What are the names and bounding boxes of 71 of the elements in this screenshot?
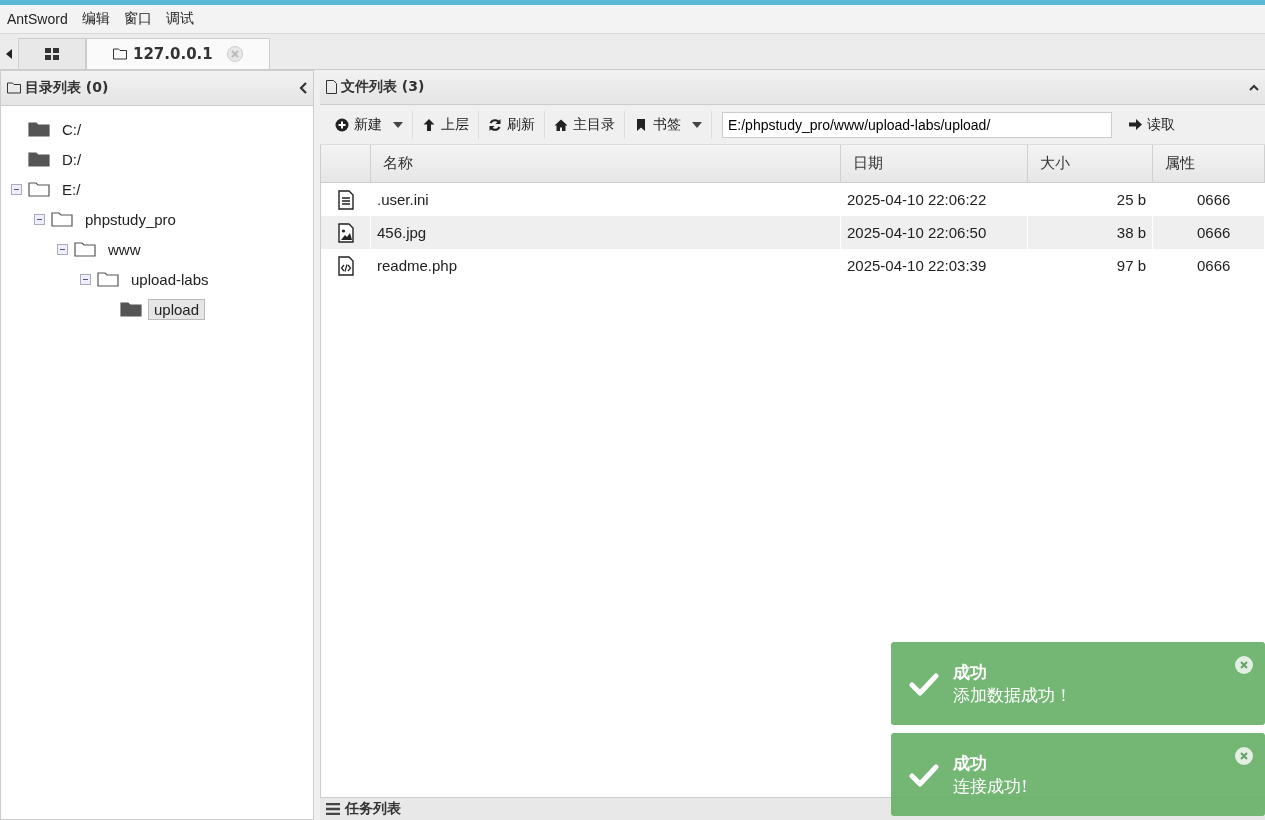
- file-icon: [326, 80, 337, 94]
- column-header[interactable]: 日期: [841, 145, 1028, 183]
- folder-icon: [28, 121, 50, 137]
- plus-circle-icon: [335, 117, 349, 132]
- folder-icon: [28, 151, 50, 167]
- bookmark-icon: [634, 117, 648, 132]
- text-file-icon: [336, 189, 355, 210]
- menu-item[interactable]: 编辑: [74, 10, 117, 28]
- collapse-left-icon[interactable]: [299, 82, 307, 94]
- table-cell: 0666: [1153, 216, 1265, 249]
- folder-icon: [74, 241, 96, 257]
- caret-icon: [393, 121, 403, 128]
- arrow-up-icon: [422, 117, 436, 132]
- folder-icon: [7, 82, 21, 94]
- panel-title: 任务列表: [345, 800, 402, 818]
- collapse-up-icon[interactable]: [1249, 83, 1259, 91]
- arrow-right-icon: [1129, 118, 1142, 131]
- folder-label[interactable]: phpstudy_pro: [79, 208, 182, 230]
- grid-icon: [45, 48, 59, 60]
- close-icon: [1240, 752, 1248, 760]
- folder-icon: [28, 181, 50, 197]
- collapse-icon[interactable]: [57, 243, 68, 255]
- column-header[interactable]: 名称: [371, 145, 841, 183]
- column-header[interactable]: 大小: [1028, 145, 1153, 183]
- close-button[interactable]: [1235, 747, 1253, 765]
- home-tab[interactable]: [18, 38, 86, 69]
- host-tab[interactable]: 127.0.0.1: [86, 38, 270, 69]
- code-file-icon: [336, 255, 355, 276]
- toast-message: 连接成功!: [953, 774, 1028, 798]
- read-button[interactable]: 读取: [1120, 110, 1184, 139]
- table-cell: 2025-04-10 22:06:50: [841, 216, 1028, 249]
- list-icon: [326, 803, 340, 815]
- folder-icon: [51, 211, 73, 227]
- path-field[interactable]: E:/phpstudy_pro/www/upload-labs/upload/: [722, 111, 1112, 138]
- menu-item[interactable]: AntSword: [0, 11, 75, 27]
- toast-title: 成功: [953, 660, 988, 684]
- folder-icon: [120, 301, 142, 317]
- toast-title: 成功: [953, 751, 988, 775]
- collapse-icon[interactable]: [80, 273, 91, 285]
- table-cell: 38 b: [1028, 216, 1153, 249]
- toolbar-button[interactable]: 书签: [625, 110, 712, 139]
- collapse-icon[interactable]: [11, 183, 22, 195]
- table-cell[interactable]: 456.jpg: [371, 216, 841, 249]
- panel-title: 文件列表 (3): [341, 78, 426, 96]
- toolbar-button[interactable]: 上层: [413, 110, 479, 139]
- refresh-icon: [488, 117, 502, 132]
- folder-label[interactable]: D:/: [56, 148, 88, 170]
- folder-label[interactable]: www: [102, 238, 147, 260]
- menu-item[interactable]: 窗口: [116, 10, 159, 28]
- folder-label[interactable]: upload-labs: [125, 268, 215, 290]
- column-header[interactable]: 属性: [1153, 145, 1265, 183]
- toolbar-button[interactable]: 新建: [326, 110, 413, 139]
- folder-label[interactable]: upload: [148, 298, 206, 320]
- checkmark-icon: [909, 762, 939, 787]
- close-icon: [1240, 661, 1248, 669]
- panel-title: 目录列表 (0): [25, 79, 110, 97]
- checkmark-icon: [909, 671, 939, 696]
- folder-icon: [113, 48, 127, 60]
- toolbar-button[interactable]: 刷新: [479, 110, 545, 139]
- scroll-left-icon[interactable]: [6, 49, 12, 59]
- caret-icon: [692, 121, 702, 128]
- folder-label[interactable]: E:/: [56, 178, 87, 200]
- toast-message: 添加数据成功！: [953, 683, 1072, 707]
- menu-item[interactable]: 调试: [158, 10, 201, 28]
- close-button[interactable]: [1235, 656, 1253, 674]
- image-file-icon: [336, 222, 355, 243]
- home-icon: [554, 117, 568, 132]
- folder-icon: [97, 271, 119, 287]
- folder-label[interactable]: C:/: [56, 118, 88, 140]
- toolbar-button[interactable]: 主目录: [545, 110, 625, 139]
- collapse-icon[interactable]: [34, 213, 45, 225]
